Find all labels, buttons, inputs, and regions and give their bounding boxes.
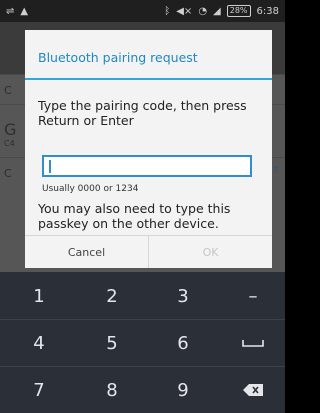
background-fragment: C4: [4, 139, 15, 148]
dialog-message: Type the pairing code, then press Return…: [38, 98, 247, 128]
pairing-code-input[interactable]: [42, 155, 252, 177]
key-2[interactable]: 2: [77, 273, 147, 319]
status-bar: ⇌ ▲ ᛒ ◀× ◔ ◢ 28% 6:38: [0, 0, 285, 22]
bluetooth-icon: ᛒ: [164, 5, 171, 17]
key-6[interactable]: 6: [148, 320, 218, 366]
pairing-dialog: Bluetooth pairing request Type the pairi…: [25, 30, 272, 268]
numeric-keyboard: 1 2 3 – 4 5 6 7 8 9: [0, 272, 285, 413]
key-1[interactable]: 1: [4, 273, 74, 319]
battery-indicator: 28%: [226, 5, 251, 17]
dialog-title-divider: [25, 78, 272, 80]
key-backspace[interactable]: [218, 367, 288, 413]
key-3[interactable]: 3: [148, 273, 218, 319]
background-fragment: t: [274, 163, 279, 176]
signal-icon: ◢: [213, 5, 221, 17]
key-5[interactable]: 5: [77, 320, 147, 366]
usb-icon: ⇌: [6, 5, 15, 17]
key-9[interactable]: 9: [148, 367, 218, 413]
warning-icon: ▲: [20, 5, 29, 17]
wifi-icon: ◔: [198, 5, 208, 17]
dialog-button-bar: Cancel OK: [25, 235, 272, 268]
passkey-note: You may also need to type this passkey o…: [38, 201, 231, 231]
text-caret: [49, 160, 51, 173]
clock: 6:38: [256, 5, 279, 17]
key-4[interactable]: 4: [4, 320, 74, 366]
mute-icon: ◀×: [176, 5, 193, 17]
cancel-button[interactable]: Cancel: [25, 236, 148, 268]
space-icon: [242, 340, 264, 347]
key-7[interactable]: 7: [4, 367, 74, 413]
background-fragment: C: [4, 167, 12, 180]
backspace-icon: [243, 384, 263, 396]
background-fragment: G: [4, 120, 17, 139]
pairing-hint: Usually 0000 or 1234: [42, 184, 139, 194]
key-dash[interactable]: –: [218, 273, 288, 319]
key-space[interactable]: [218, 320, 288, 366]
ok-button[interactable]: OK: [149, 236, 272, 268]
dialog-title: Bluetooth pairing request: [38, 50, 198, 65]
background-fragment: C: [4, 84, 12, 97]
key-8[interactable]: 8: [77, 367, 147, 413]
